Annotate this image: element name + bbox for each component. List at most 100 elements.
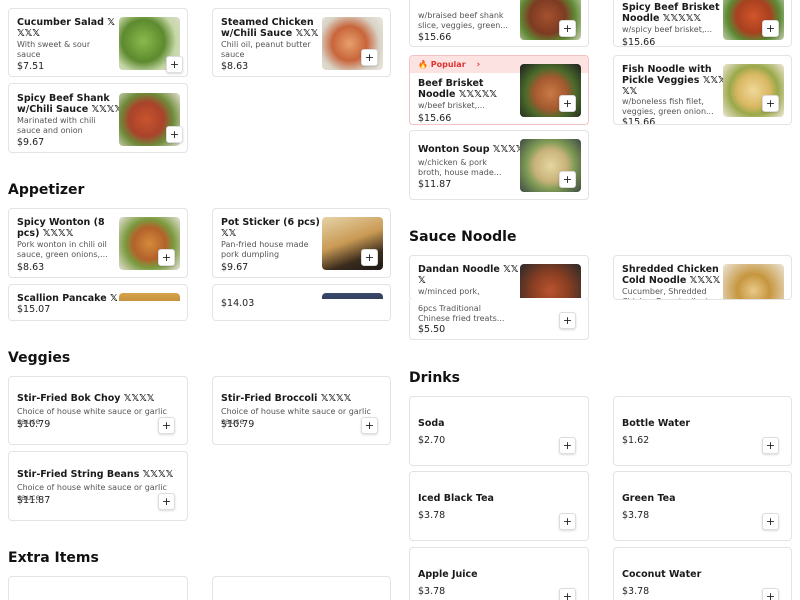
popular-label: Popular [430,60,466,69]
menu-item-scallion-pancake[interactable]: Scallion Pancake 𝕏 $15.07 [8,284,188,321]
section-extra-items: Extra Items [8,550,99,566]
add-to-cart-button[interactable]: + [158,493,175,510]
item-price: $7.51 [17,61,45,72]
item-price: $8.63 [17,262,45,273]
menu-item-soda[interactable]: Soda $2.70 + [409,396,589,466]
add-to-cart-button[interactable]: + [762,513,779,530]
item-price: $3.78 [622,510,650,521]
section-sauce-noodle: Sauce Noodle [409,229,517,245]
menu-item-bok-choy[interactable]: Stir-Fried Bok Choy 𝕏𝕏𝕏𝕏 Choice of house… [8,376,188,445]
item-price: $3.78 [418,586,446,597]
section-drinks: Drinks [409,370,460,386]
menu-item-spicy-beef-brisket[interactable]: Spicy Beef Brisket Noodle 𝕏𝕏𝕏𝕏𝕏 w/spicy … [613,0,792,47]
menu-item-extra-1[interactable] [8,576,188,600]
add-to-cart-button[interactable]: + [166,56,183,73]
add-to-cart-button[interactable]: + [361,49,378,66]
item-price: $15.66 [418,32,452,43]
add-to-cart-button[interactable]: + [361,249,378,266]
section-appetizer: Appetizer [8,182,85,198]
item-desc: w/spicy beef brisket,... [622,25,712,34]
item-desc: Chili oil, peanut butter sauce [221,40,311,59]
menu-item-fried-treats[interactable]: 6pcs Traditional Chinese fried treats...… [409,298,589,340]
item-price: $1.62 [622,435,650,446]
menu-item-spicy-beef-shank[interactable]: Spicy Beef Shank w/Chili Sauce 𝕏𝕏𝕏𝕏 Mari… [8,83,188,153]
item-price: $11.87 [418,179,452,190]
menu-item-fish-noodle[interactable]: Fish Noodle with Pickle Veggies 𝕏𝕏𝕏 𝕏𝕏 w… [613,55,792,125]
menu-item-wonton-soup[interactable]: Wonton Soup 𝕏𝕏𝕏𝕏 w/chicken & pork broth,… [409,130,589,200]
item-price: $5.50 [418,324,446,335]
section-veggies: Veggies [8,350,71,366]
add-to-cart-button[interactable]: + [559,513,576,530]
menu-item-apple-juice[interactable]: Apple Juice $3.78 + [409,547,589,600]
menu-item-shredded-chicken[interactable]: Shredded Chicken Cold Noodle 𝕏𝕏𝕏𝕏 Cucumb… [613,255,792,300]
item-name: Wonton Soup 𝕏𝕏𝕏𝕏 [418,144,524,155]
item-price: $2.70 [418,435,446,446]
item-name: Fish Noodle with Pickle Veggies 𝕏𝕏𝕏 𝕏𝕏 [622,64,726,97]
item-name: Spicy Wonton (8 pcs) 𝕏𝕏𝕏𝕏 [17,217,105,239]
item-price: $8.63 [221,61,249,72]
add-to-cart-button[interactable]: + [166,126,183,143]
add-to-cart-button[interactable]: + [361,417,378,434]
item-name: Bottle Water [622,418,691,429]
item-desc: w/boneless fish filet, veggies, green on… [622,97,714,116]
item-desc: 6pcs Traditional Chinese fried treats... [418,304,505,323]
menu-item-iced-black-tea[interactable]: Iced Black Tea $3.78 + [409,471,589,541]
item-desc: Pan-fried house made pork dumpling [221,240,309,259]
add-to-cart-button[interactable]: + [559,437,576,454]
add-to-cart-button[interactable]: + [762,20,779,37]
add-to-cart-button[interactable]: + [559,95,576,112]
add-to-cart-button[interactable]: + [762,588,779,600]
menu-item-coconut-water[interactable]: Coconut Water $3.78 + [613,547,792,600]
add-to-cart-button[interactable]: + [559,171,576,188]
chevron-right-icon: › [476,60,481,70]
item-name: Stir-Fried String Beans 𝕏𝕏𝕏𝕏 [17,469,174,480]
menu-item-pot-sticker[interactable]: Pot Sticker (6 pcs) 𝕏𝕏 Pan-fried house m… [212,208,391,278]
menu-item-dandan-noodle[interactable]: Dandan Noodle 𝕏𝕏 𝕏 w/minced pork, cucumb… [409,255,589,300]
item-price: $11.87 [17,495,51,506]
menu-item-beef-shank-slices[interactable]: w/braised beef shank slice, veggies, gre… [409,0,589,47]
menu-item-steamed-chicken[interactable]: Steamed Chicken w/Chili Sauce 𝕏𝕏𝕏 Chili … [212,8,391,77]
add-to-cart-button[interactable]: + [559,312,576,329]
item-price: $15.66 [622,37,656,47]
add-to-cart-button[interactable]: + [559,588,576,600]
item-price: $15.66 [418,113,452,124]
menu-item-green-tea[interactable]: Green Tea $3.78 + [613,471,792,541]
item-name: Shredded Chicken Cold Noodle 𝕏𝕏𝕏𝕏 [622,264,721,286]
menu-item-hidden[interactable]: $14.03 [212,284,391,321]
menu-item-extra-2[interactable] [212,576,391,600]
menu-item-broccoli[interactable]: Stir-Fried Broccoli 𝕏𝕏𝕏𝕏 Choice of house… [212,376,391,445]
item-price: $10.79 [17,419,51,430]
item-price: $14.03 [221,298,255,309]
add-to-cart-button[interactable]: + [158,249,175,266]
food-image [520,264,581,299]
item-price: $10.79 [221,419,255,430]
menu-item-bottle-water[interactable]: Bottle Water $1.62 + [613,396,792,466]
item-name: Green Tea [622,493,676,504]
add-to-cart-button[interactable]: + [762,437,779,454]
item-name: Coconut Water [622,569,702,580]
item-name: Pot Sticker (6 pcs) 𝕏𝕏 [221,217,320,239]
item-name: Apple Juice [418,569,478,580]
item-name: Spicy Beef Brisket Noodle 𝕏𝕏𝕏𝕏𝕏 [622,2,720,24]
item-name: Soda [418,418,445,429]
menu-item-cucumber-salad[interactable]: Cucumber Salad 𝕏 𝕏𝕏𝕏 With sweet & sour s… [8,8,188,77]
menu-item-string-beans[interactable]: Stir-Fried String Beans 𝕏𝕏𝕏𝕏 Choice of h… [8,451,188,521]
item-price: $15.07 [17,304,51,315]
menu-item-beef-brisket[interactable]: 🔥 Popular › Beef Brisket Noodle 𝕏𝕏𝕏𝕏𝕏 w/… [409,55,589,125]
item-desc: Pork wonton in chili oil sauce, green on… [17,240,108,259]
add-to-cart-button[interactable]: + [158,417,175,434]
item-desc: w/beef brisket,... [418,101,485,110]
food-image [723,264,784,299]
item-desc: w/chicken & pork broth, house made... [418,158,502,177]
item-name: Stir-Fried Bok Choy 𝕏𝕏𝕏𝕏 [17,393,155,404]
item-name: Spicy Beef Shank w/Chili Sauce 𝕏𝕏𝕏𝕏 [17,93,123,115]
add-to-cart-button[interactable]: + [559,20,576,37]
item-desc: Cucumber, Shredded Chicken Breast, silen… [622,287,716,299]
item-name: Steamed Chicken w/Chili Sauce 𝕏𝕏𝕏 [221,17,319,39]
item-name: Beef Brisket Noodle 𝕏𝕏𝕏𝕏𝕏 [418,78,498,100]
menu-item-spicy-wonton[interactable]: Spicy Wonton (8 pcs) 𝕏𝕏𝕏𝕏 Pork wonton in… [8,208,188,278]
item-price: $3.78 [622,586,650,597]
add-to-cart-button[interactable]: + [762,95,779,112]
item-price: $9.67 [17,137,45,148]
item-name: Cucumber Salad 𝕏 𝕏𝕏𝕏 [17,17,115,39]
